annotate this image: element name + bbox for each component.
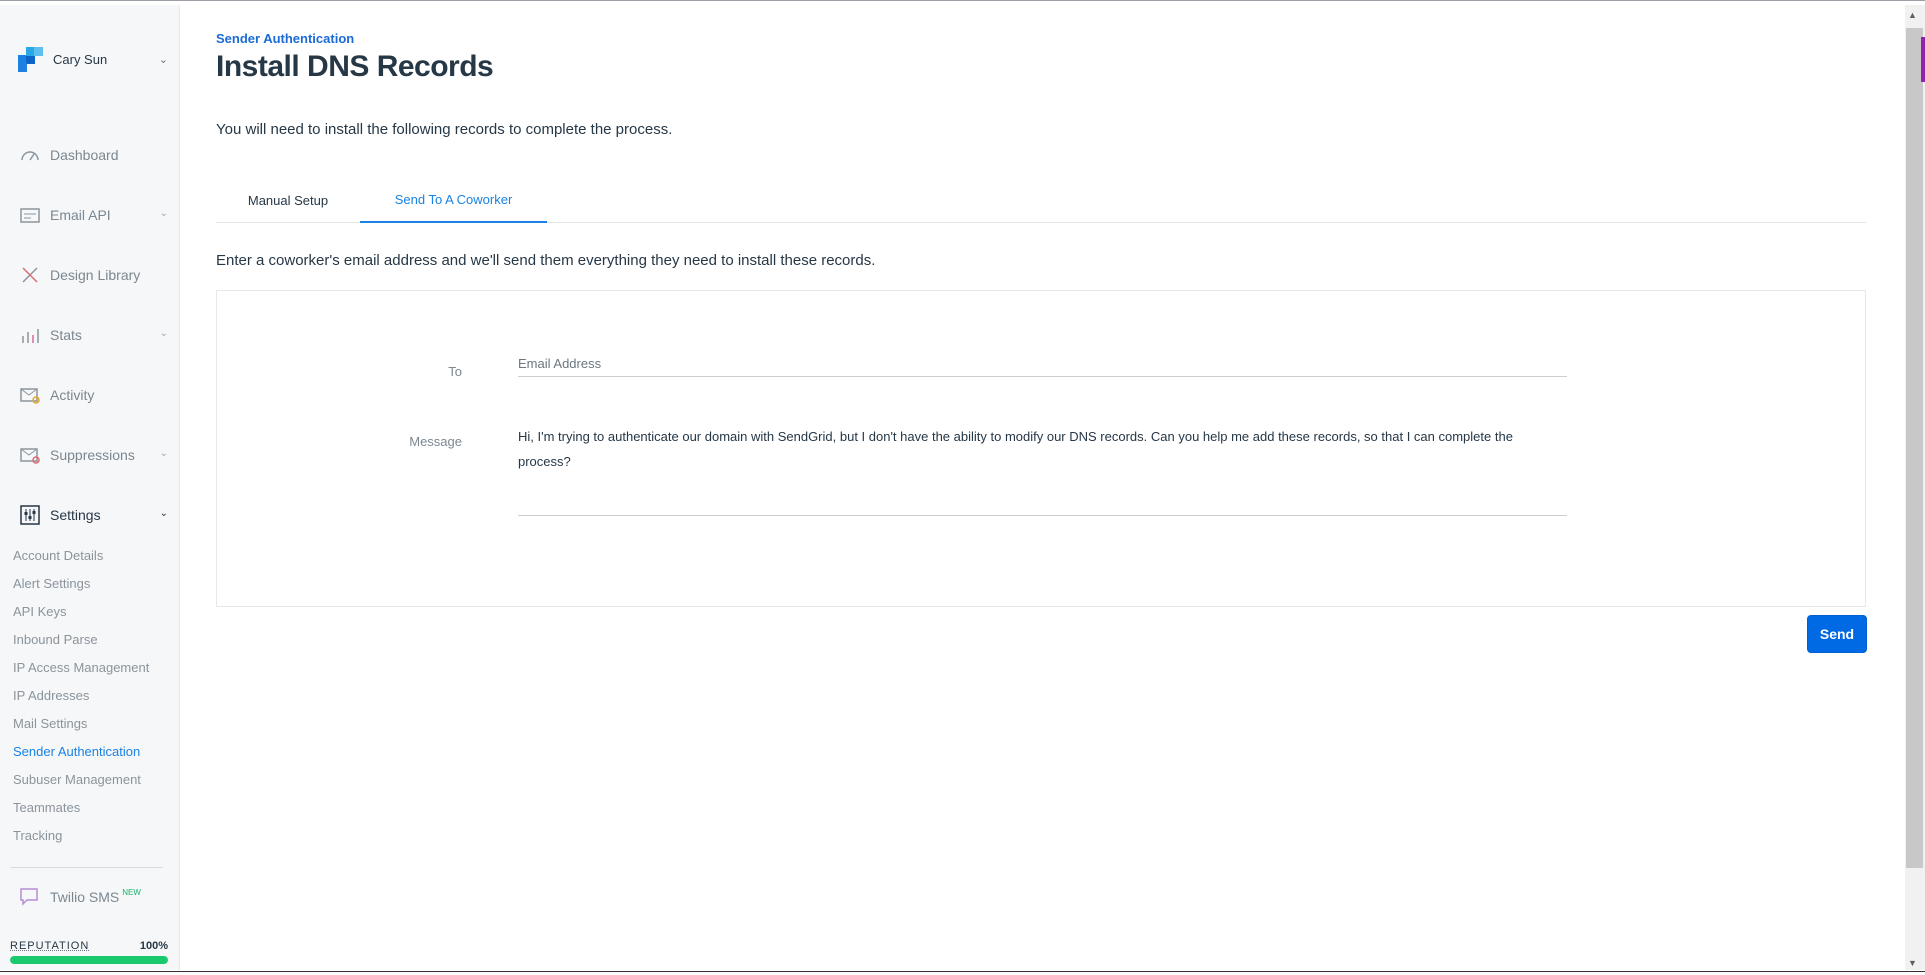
sidebar-item-label: Design Library <box>50 267 141 283</box>
settings-item-api-keys[interactable]: API Keys <box>13 597 173 625</box>
page-intro: You will need to install the following r… <box>216 121 673 138</box>
sidebar-item-label: Email API <box>50 207 111 223</box>
settings-item-ip-access-management[interactable]: IP Access Management <box>13 653 173 681</box>
settings-submenu: Account Details Alert Settings API Keys … <box>13 541 173 849</box>
chevron-up-icon: ⌄ <box>159 508 168 519</box>
settings-item-ip-addresses[interactable]: IP Addresses <box>13 681 173 709</box>
chevron-down-icon: ⌄ <box>159 208 168 219</box>
account-name: Cary Sun <box>53 51 108 67</box>
reputation-value: 100% <box>139 940 168 952</box>
settings-item-inbound-parse[interactable]: Inbound Parse <box>13 625 173 653</box>
sidebar-divider <box>10 867 163 868</box>
activity-icon <box>18 383 42 407</box>
message-label: Message <box>409 434 462 449</box>
chevron-down-icon: ⌄ <box>159 448 168 459</box>
settings-item-sender-authentication[interactable]: Sender Authentication <box>13 737 173 765</box>
coworker-form: To Message Hi, I'm trying to authenticat… <box>216 290 1866 607</box>
sidebar-item-design-library[interactable]: Design Library <box>18 245 168 305</box>
primary-navigation: Dashboard Email API ⌄ Design Library Sta… <box>18 125 168 545</box>
scroll-up-icon[interactable]: ▲ <box>1908 10 1917 20</box>
reputation-bar-fill <box>10 956 168 964</box>
settings-item-tracking[interactable]: Tracking <box>13 821 173 849</box>
chat-bubble-icon <box>18 885 42 910</box>
sidebar-item-stats[interactable]: Stats ⌄ <box>18 305 168 365</box>
setup-tabs: Manual Setup Send To A Coworker <box>216 177 1866 223</box>
scrollbar-thumb[interactable] <box>1906 28 1923 868</box>
scroll-down-icon[interactable]: ▼ <box>1908 958 1917 968</box>
sidebar-item-suppressions[interactable]: Suppressions ⌄ <box>18 425 168 485</box>
sidebar-item-label: Settings <box>50 507 101 523</box>
page-title: Install DNS Records <box>216 50 494 83</box>
sidebar-item-label: Dashboard <box>50 147 119 163</box>
settings-icon <box>18 503 42 527</box>
chevron-down-icon: ⌄ <box>159 328 168 339</box>
coworker-description: Enter a coworker's email address and we'… <box>216 252 876 269</box>
sidebar-item-email-api[interactable]: Email API ⌄ <box>18 185 168 245</box>
dashboard-icon <box>18 143 42 167</box>
sidebar-item-dashboard[interactable]: Dashboard <box>18 125 168 185</box>
suppressions-icon <box>18 443 42 467</box>
tab-send-to-coworker[interactable]: Send To A Coworker <box>360 177 547 223</box>
message-field[interactable]: Hi, I'm trying to authenticate our domai… <box>518 424 1567 516</box>
sidebar-item-label: Twilio SMS <box>50 889 120 905</box>
to-label: To <box>448 364 462 379</box>
sidebar-item-label: Activity <box>50 387 95 403</box>
sidebar-item-label: Suppressions <box>50 447 135 463</box>
settings-item-account-details[interactable]: Account Details <box>13 541 173 569</box>
sidebar-item-settings[interactable]: Settings ⌄ <box>18 485 168 545</box>
email-api-icon <box>18 203 42 227</box>
sidebar-item-activity[interactable]: Activity <box>18 365 168 425</box>
reputation-bar <box>10 956 168 964</box>
account-switcher[interactable]: Cary Sun ⌄ <box>18 43 168 75</box>
new-badge: NEW <box>122 887 141 897</box>
sendgrid-logo <box>18 46 43 72</box>
sidebar-item-twilio-sms[interactable]: Twilio SMS NEW <box>18 885 168 909</box>
browser-edge-highlight <box>1921 37 1925 82</box>
settings-item-mail-settings[interactable]: Mail Settings <box>13 709 173 737</box>
reputation-label: REPUTATION <box>10 940 90 952</box>
main-content: Sender Authentication Install DNS Record… <box>216 5 1867 970</box>
send-button[interactable]: Send <box>1807 615 1867 653</box>
browser-bottom-line <box>0 971 1925 975</box>
sidebar: Cary Sun ⌄ Dashboard Email API ⌄ Design … <box>0 5 180 970</box>
email-field[interactable] <box>518 351 1567 377</box>
settings-item-subuser-management[interactable]: Subuser Management <box>13 765 173 793</box>
sidebar-item-label: Stats <box>50 327 82 343</box>
tab-manual-setup[interactable]: Manual Setup <box>216 177 360 223</box>
chevron-down-icon: ⌄ <box>158 53 168 66</box>
design-library-icon <box>18 263 42 287</box>
settings-item-alert-settings[interactable]: Alert Settings <box>13 569 173 597</box>
reputation-meter: REPUTATION 100% <box>10 940 168 964</box>
breadcrumb[interactable]: Sender Authentication <box>216 31 354 46</box>
stats-icon <box>18 323 42 347</box>
settings-item-teammates[interactable]: Teammates <box>13 793 173 821</box>
